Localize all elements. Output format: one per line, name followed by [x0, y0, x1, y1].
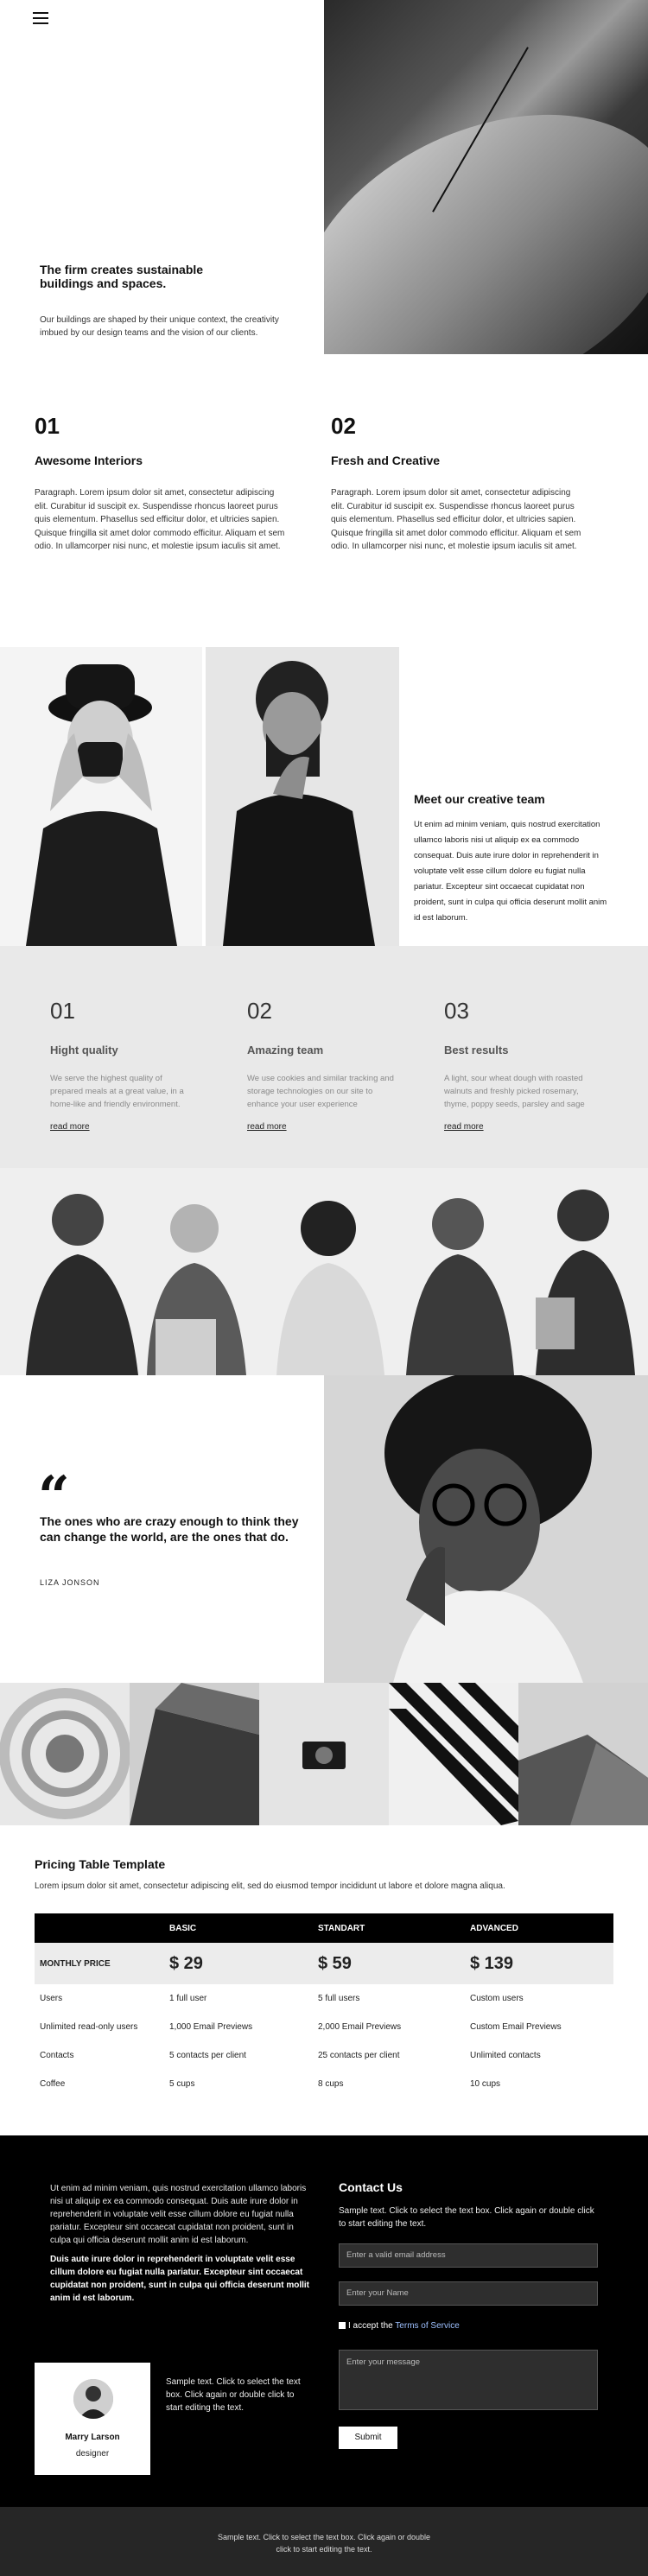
hamburger-icon[interactable]	[33, 12, 48, 24]
feature-2: 02 Fresh and Creative Paragraph. Lorem i…	[331, 413, 581, 554]
hero-architecture-image	[324, 0, 648, 354]
row-value: 25 contacts per client	[318, 2051, 400, 2060]
read-more-link[interactable]: read more	[444, 1122, 484, 1132]
team-photo-2	[206, 647, 399, 946]
quality-number: 01	[50, 998, 75, 1024]
bottom-bar: Sample text. Click to select the text bo…	[0, 2507, 648, 2576]
contact-subtitle: Sample text. Click to select the text bo…	[339, 2206, 594, 2229]
table-row: Users 1 full user 5 full users Custom us…	[35, 1984, 613, 2013]
pricing-title: Pricing Table Template	[35, 1857, 166, 1871]
row-label: Contacts	[40, 2051, 74, 2060]
quality-text: We serve the highest quality of prepared…	[50, 1074, 184, 1110]
plan-advanced-header: ADVANCED	[465, 1913, 613, 1943]
feature-title: Fresh and Creative	[331, 454, 441, 467]
email-field[interactable]: Enter a valid email address	[339, 2243, 598, 2268]
portrait-image	[324, 1375, 648, 1683]
hero-text: Our buildings are shaped by their unique…	[40, 315, 279, 338]
row-value: 8 cups	[318, 2079, 344, 2089]
message-field[interactable]: Enter your message	[339, 2350, 598, 2410]
pricing-header-empty	[35, 1913, 164, 1943]
team-heading: Meet our creative team	[414, 792, 545, 806]
read-more-link[interactable]: read more	[50, 1122, 90, 1132]
row-label: Unlimited read-only users	[40, 2022, 138, 2032]
quality-3: 03 Best results A light, sour wheat doug…	[444, 998, 591, 1133]
strip-image-stripes	[389, 1683, 518, 1825]
table-row: Unlimited read-only users 1,000 Email Pr…	[35, 2013, 613, 2041]
monthly-price-row: MONTHLY PRICE $ 29 $ 59 $ 139	[35, 1943, 613, 1984]
feature-title: Awesome Interiors	[35, 454, 143, 467]
quality-1: 01 Hight quality We serve the highest qu…	[50, 998, 197, 1133]
terms-checkbox[interactable]	[339, 2322, 346, 2329]
hero-title: The firm creates sustainable buildings a…	[40, 263, 204, 291]
name-field[interactable]: Enter your Name	[339, 2281, 598, 2306]
footer-bold-text: Duis aute irure dolor in reprehenderit i…	[50, 2255, 310, 2303]
row-value: Custom users	[470, 1994, 524, 2003]
row-label: Users	[40, 1994, 63, 2003]
team-photo-1	[0, 647, 202, 946]
bottom-bar-text: Sample text. Click to select the text bo…	[217, 2533, 431, 2554]
footer-text: Ut enim ad minim veniam, quis nostrud ex…	[50, 2184, 307, 2245]
row-value: 1 full user	[169, 1994, 207, 2003]
price-standart: $ 59	[313, 1943, 465, 1984]
quality-title: Amazing team	[247, 1044, 324, 1056]
page: The firm creates sustainable buildings a…	[0, 0, 648, 2576]
pricing-subtitle: Lorem ipsum dolor sit amet, consectetur …	[35, 1881, 505, 1891]
strip-image-spiral	[0, 1683, 130, 1825]
feature-text: Paragraph. Lorem ipsum dolor sit amet, c…	[331, 488, 581, 551]
footer: Ut enim ad minim veniam, quis nostrud ex…	[0, 2135, 648, 2507]
submit-button[interactable]: Submit	[339, 2427, 397, 2449]
feature-number: 01	[35, 413, 60, 439]
feature-text: Paragraph. Lorem ipsum dolor sit amet, c…	[35, 488, 285, 551]
strip-image-camera	[259, 1683, 389, 1825]
quote-author: LIZA JONSON	[40, 1578, 100, 1587]
quality-title: Hight quality	[50, 1044, 118, 1056]
row-value: Custom Email Previews	[470, 2022, 562, 2032]
terms-checkbox-row: I accept the Terms of Service	[339, 2321, 460, 2331]
group-photo	[0, 1168, 648, 1375]
hero-section: The firm creates sustainable buildings a…	[0, 0, 648, 354]
terms-link[interactable]: Terms of Service	[395, 2321, 459, 2331]
quality-number: 03	[444, 998, 469, 1024]
row-value: 5 cups	[169, 2079, 195, 2089]
quote-text: The ones who are crazy enough to think t…	[40, 1514, 299, 1545]
quality-text: A light, sour wheat dough with roasted w…	[444, 1074, 585, 1110]
footer-sample-text: Sample text. Click to select the text bo…	[166, 2377, 301, 2413]
row-value: 1,000 Email Previews	[169, 2022, 253, 2032]
profile-role: designer	[75, 2449, 110, 2459]
terms-label: I accept the	[348, 2321, 396, 2331]
row-value: 10 cups	[470, 2079, 501, 2089]
feature-number: 02	[331, 413, 356, 439]
feature-1: 01 Awesome Interiors Paragraph. Lorem ip…	[35, 413, 285, 554]
profile-card: Marry Larson designer	[35, 2363, 150, 2475]
avatar	[73, 2379, 113, 2419]
contact-title: Contact Us	[339, 2180, 403, 2194]
team-text: Ut enim ad minim veniam, quis nostrud ex…	[414, 820, 607, 923]
strip-image-facade	[518, 1683, 648, 1825]
row-value: 2,000 Email Previews	[318, 2022, 402, 2032]
profile-name: Marry Larson	[65, 2433, 120, 2442]
pricing-header-row: BASIC STANDART ADVANCED	[35, 1913, 613, 1943]
quality-2: 02 Amazing team We use cookies and simil…	[247, 998, 394, 1133]
read-more-link[interactable]: read more	[247, 1122, 287, 1132]
row-value: 5 contacts per client	[169, 2051, 246, 2060]
row-value: 5 full users	[318, 1994, 360, 2003]
quality-title: Best results	[444, 1044, 509, 1056]
row-value: Unlimited contacts	[470, 2051, 541, 2060]
table-row: Contacts 5 contacts per client 25 contac…	[35, 2041, 613, 2070]
qualities-section: 01 Hight quality We serve the highest qu…	[0, 946, 648, 1168]
pricing-table: BASIC STANDART ADVANCED MONTHLY PRICE $ …	[35, 1913, 613, 2098]
quality-text: We use cookies and similar tracking and …	[247, 1074, 394, 1110]
price-basic: $ 29	[164, 1943, 313, 1984]
row-label: Coffee	[40, 2079, 66, 2089]
price-advanced: $ 139	[465, 1943, 613, 1984]
strip-image-building	[130, 1683, 259, 1825]
plan-basic-header: BASIC	[164, 1913, 313, 1943]
plan-standart-header: STANDART	[313, 1913, 465, 1943]
table-row: Coffee 5 cups 8 cups 10 cups	[35, 2070, 613, 2098]
monthly-price-label: MONTHLY PRICE	[35, 1943, 164, 1984]
quality-number: 02	[247, 998, 272, 1024]
